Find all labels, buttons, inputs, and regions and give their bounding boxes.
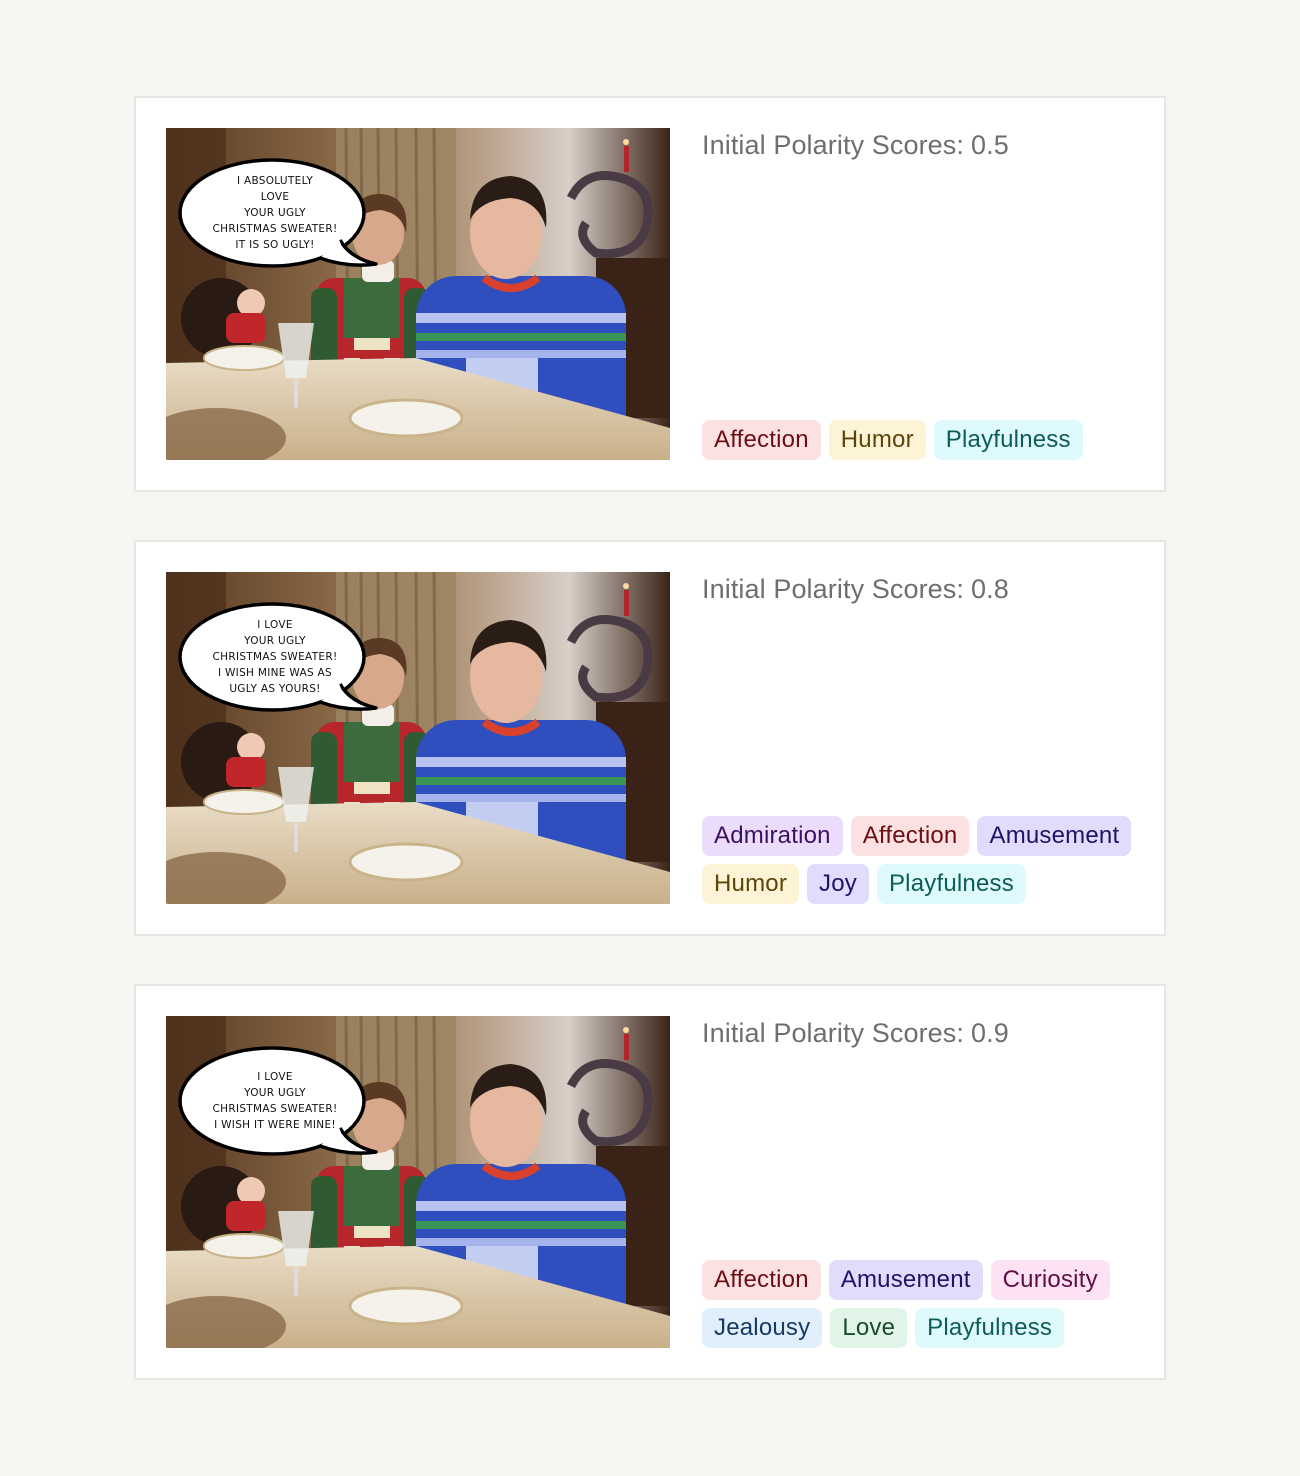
result-card: I love your ugly Christmas sweater! I wi… [134,984,1166,1380]
emotion-tag-curiosity: Curiosity [990,1260,1110,1300]
polarity-score-value: 0.5 [971,130,1009,160]
meme-image: I love your ugly Christmas sweater! I wi… [166,572,670,904]
emotion-tag-humor: Humor [702,864,800,904]
speech-bubble: I love your ugly Christmas sweater! I wi… [180,602,370,712]
speech-bubble-text: I love your ugly Christmas sweater! I wi… [212,619,338,695]
polarity-score-value: 0.9 [971,1018,1009,1048]
meme-image: I love your ugly Christmas sweater! I wi… [166,1016,670,1348]
emotion-tag-affection: Affection [702,1260,821,1300]
result-list: I absolutely love your ugly Christmas sw… [134,96,1166,1428]
emotion-tag-amusement: Amusement [828,1260,983,1300]
polarity-score-label: Initial Polarity Scores: [702,1018,964,1048]
emotion-tag-playfulness: Playfulness [915,1308,1065,1348]
polarity-score-value: 0.8 [971,574,1009,604]
polarity-score: Initial Polarity Scores: 0.9 [702,1016,1142,1050]
emotion-tag-playfulness: Playfulness [933,420,1083,460]
speech-bubble: I absolutely love your ugly Christmas sw… [180,158,370,268]
emotion-tags: Affection Amusement Curiosity Jealousy Love P… [702,1260,1142,1348]
meme-image: I absolutely love your ugly Christmas sw… [166,128,670,460]
result-card: I love your ugly Christmas sweater! I wi… [134,540,1166,936]
result-card: I absolutely love your ugly Christmas sw… [134,96,1166,492]
polarity-score-label: Initial Polarity Scores: [702,130,964,160]
card-info: Initial Polarity Scores: 0.5 Affection Hum… [702,128,1142,460]
emotion-tags: Affection Humor Playfulness [702,420,1142,460]
emotion-tag-humor: Humor [828,420,926,460]
speech-bubble-text: I love your ugly Christmas sweater! I wi… [212,1071,338,1131]
emotion-tag-amusement: Amusement [977,816,1132,856]
emotion-tag-jealousy: Jealousy [702,1308,823,1348]
emotion-tag-affection: Affection [702,420,821,460]
polarity-score-label: Initial Polarity Scores: [702,574,964,604]
card-info: Initial Polarity Scores: 0.8 Admiration Af… [702,572,1142,904]
emotion-tag-playfulness: Playfulness [876,864,1026,904]
emotion-tag-joy: Joy [807,864,869,904]
emotion-tag-admiration: Admiration [702,816,843,856]
emotion-tag-love: Love [830,1308,908,1348]
speech-bubble-text: I absolutely love your ugly Christmas sw… [212,175,338,251]
polarity-score: Initial Polarity Scores: 0.5 [702,128,1142,162]
emotion-tags: Admiration Affection Amusement Humor Joy Play… [702,816,1142,904]
emotion-tag-affection: Affection [850,816,970,856]
polarity-score: Initial Polarity Scores: 0.8 [702,572,1142,606]
card-info: Initial Polarity Scores: 0.9 Affection Amu… [702,1016,1142,1348]
speech-bubble: I love your ugly Christmas sweater! I wi… [180,1046,370,1156]
